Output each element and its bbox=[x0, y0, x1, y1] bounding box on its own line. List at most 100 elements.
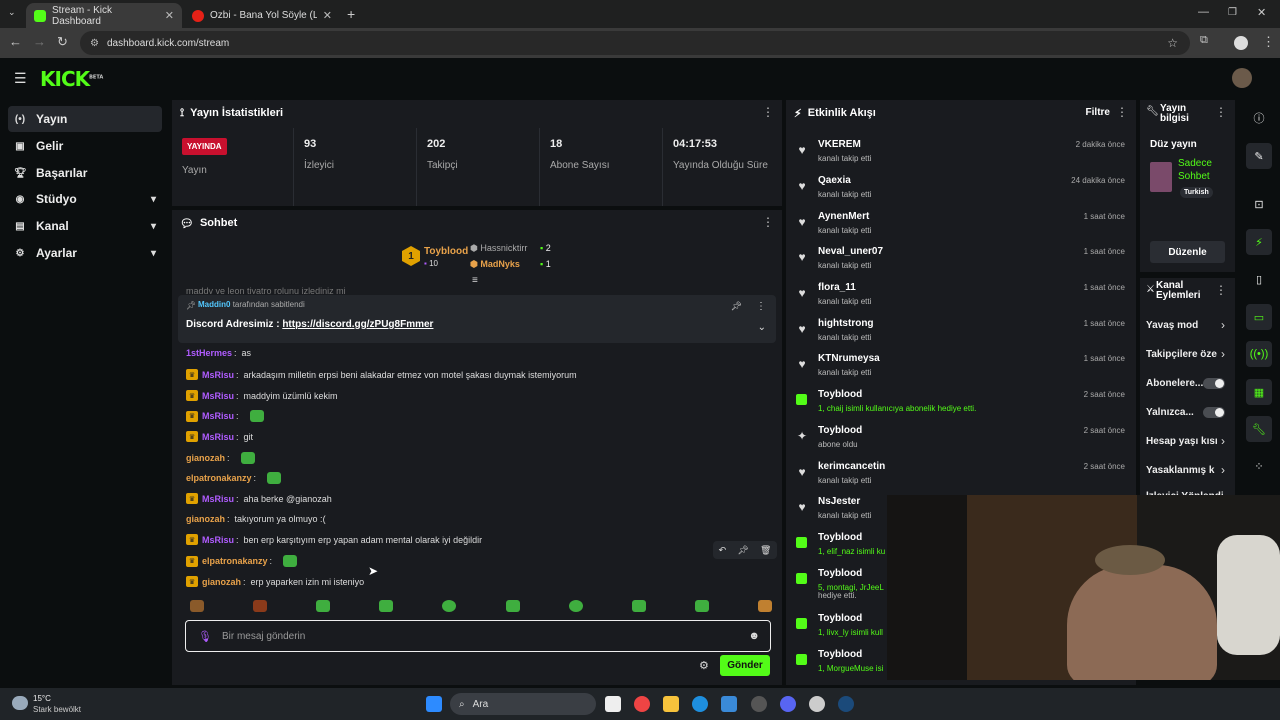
emote-icon[interactable] bbox=[568, 600, 583, 612]
taskbar-search[interactable]: ⌕ Ara bbox=[450, 693, 596, 715]
sidebar-item-yayin[interactable]: (•) Yayın bbox=[8, 106, 162, 132]
chevron-right-icon[interactable]: › bbox=[1221, 347, 1225, 361]
close-tab-icon[interactable]: ✕ bbox=[165, 9, 174, 22]
delete-icon[interactable]: 🗑︎ bbox=[760, 545, 771, 556]
toggle-switch[interactable] bbox=[1203, 378, 1225, 389]
event-username[interactable]: Toyblood bbox=[818, 613, 862, 624]
event-username[interactable]: Neval_uner07 bbox=[818, 246, 883, 257]
send-button[interactable]: Gönder bbox=[720, 655, 770, 676]
reload-icon[interactable]: ↻ bbox=[57, 34, 68, 50]
emote-icon[interactable] bbox=[190, 600, 204, 612]
calendar-icon[interactable]: ▦ bbox=[1246, 379, 1272, 405]
emoji-icon[interactable]: ☻ bbox=[748, 630, 760, 642]
chat-username[interactable]: MsRisu bbox=[202, 432, 234, 442]
chat-settings-icon[interactable]: ⚙ bbox=[699, 659, 709, 672]
leaderboard-second[interactable]: ⬢ Hassnicktirr bbox=[470, 243, 527, 254]
chevron-right-icon[interactable]: › bbox=[1221, 318, 1225, 332]
event-username[interactable]: flora_11 bbox=[818, 282, 856, 293]
bookmark-star-icon[interactable]: ☆ bbox=[1167, 36, 1178, 50]
event-username[interactable]: Toyblood bbox=[818, 389, 862, 400]
chat-input[interactable]: 🎙︎ Bir mesaj gönderin ☻ bbox=[185, 620, 771, 652]
category-link[interactable]: Sadece Sohbet bbox=[1178, 157, 1228, 183]
microphone-icon[interactable]: 🎙︎ bbox=[198, 630, 212, 643]
toggle-switch[interactable] bbox=[1203, 407, 1225, 418]
taskview-icon[interactable] bbox=[605, 696, 621, 712]
event-username[interactable]: NsJester bbox=[818, 496, 860, 507]
steam-icon[interactable] bbox=[838, 696, 854, 712]
emote-icon[interactable] bbox=[316, 600, 331, 612]
event-username[interactable]: AynenMert bbox=[818, 211, 869, 222]
sidebar-item-kanal[interactable]: ▤ Kanal ▾ bbox=[8, 213, 162, 239]
forward-icon[interactable]: → bbox=[33, 34, 46, 49]
back-icon[interactable]: ← bbox=[9, 34, 22, 49]
chat-username[interactable]: MsRisu bbox=[202, 391, 234, 401]
sidebar-item-gelir[interactable]: ▣ Gelir bbox=[8, 133, 162, 159]
edit-button[interactable]: Düzenle bbox=[1150, 241, 1225, 263]
emote-icon[interactable] bbox=[442, 600, 457, 612]
windows-start-icon[interactable] bbox=[426, 696, 442, 712]
chrome-icon[interactable] bbox=[634, 696, 650, 712]
chat-username[interactable]: MsRisu bbox=[202, 370, 234, 380]
event-username[interactable]: Toyblood bbox=[818, 532, 862, 543]
site-info-icon[interactable]: ⚙ bbox=[90, 38, 99, 49]
event-username[interactable]: Toyblood bbox=[818, 568, 862, 579]
chat-username[interactable]: gianozah bbox=[186, 514, 225, 524]
chat-username[interactable]: gianozah bbox=[202, 577, 241, 587]
lightning-icon[interactable]: ⚡︎ bbox=[1246, 229, 1272, 255]
user-avatar[interactable] bbox=[1232, 68, 1252, 88]
document-icon[interactable]: ▯ bbox=[1246, 266, 1272, 292]
tab-youtube[interactable]: Ozbi - Bana Yol Söyle (Lirik Vide ✕ bbox=[184, 3, 340, 28]
sidebar-item-basarilar[interactable]: 🏆︎ Başarılar bbox=[8, 160, 162, 186]
pinned-by-user[interactable]: Maddin0 bbox=[198, 300, 230, 309]
event-username[interactable]: Qaexia bbox=[818, 175, 851, 186]
edge-icon[interactable] bbox=[692, 696, 708, 712]
obs-icon[interactable] bbox=[809, 696, 825, 712]
extensions-icon[interactable]: ⧉ bbox=[1200, 34, 1208, 47]
chat-username[interactable]: MsRisu bbox=[202, 411, 234, 421]
kebab-menu-icon[interactable]: ⋮ bbox=[762, 215, 774, 229]
unpin-icon[interactable]: 📌︎ bbox=[731, 301, 742, 312]
chat-bubble-icon[interactable]: ▭ bbox=[1246, 304, 1272, 330]
event-username[interactable]: Toyblood bbox=[818, 649, 862, 660]
emote-icon[interactable] bbox=[757, 600, 772, 612]
wrench-icon[interactable]: 🔧︎ bbox=[1246, 416, 1272, 442]
kebab-menu-icon[interactable]: ⋮ bbox=[762, 105, 774, 119]
file-explorer-icon[interactable] bbox=[663, 696, 679, 712]
tab-search-chevron-icon[interactable]: ⌄ bbox=[8, 7, 16, 18]
profile-avatar-icon[interactable] bbox=[1234, 36, 1248, 50]
chat-username[interactable]: 1stHermes bbox=[186, 348, 232, 358]
minimize-icon[interactable]: — bbox=[1198, 6, 1209, 18]
store-icon[interactable] bbox=[721, 696, 737, 712]
pinned-kebab-icon[interactable]: ⋮ bbox=[756, 301, 766, 312]
chevron-down-icon[interactable]: ⌄ bbox=[758, 322, 766, 333]
leaderboard-top-user[interactable]: Toyblood bbox=[424, 246, 468, 257]
kebab-menu-icon[interactable]: ⋮ bbox=[1215, 283, 1227, 297]
chevron-right-icon[interactable]: › bbox=[1221, 463, 1225, 477]
tab-kick-dashboard[interactable]: Stream - Kick Dashboard ✕ bbox=[26, 3, 182, 28]
apps-icon[interactable]: ⁘ bbox=[1246, 453, 1272, 479]
chat-username[interactable]: MsRisu bbox=[202, 494, 234, 504]
discord-icon[interactable] bbox=[780, 696, 796, 712]
chat-username[interactable]: elpatronakanzy bbox=[186, 473, 252, 483]
sidebar-item-studyo[interactable]: ◉ Stüdyo ▾ bbox=[8, 186, 162, 212]
expand-leaderboard-icon[interactable]: ≡ bbox=[472, 275, 478, 286]
close-tab-icon[interactable]: ✕ bbox=[323, 9, 332, 22]
chat-username[interactable]: MsRisu bbox=[202, 535, 234, 545]
app-icon[interactable] bbox=[751, 696, 767, 712]
kebab-menu-icon[interactable]: ⋮ bbox=[1116, 105, 1128, 119]
new-tab-icon[interactable]: + bbox=[347, 6, 355, 22]
chevron-right-icon[interactable]: › bbox=[1221, 434, 1225, 448]
reply-icon[interactable]: ↶ bbox=[719, 545, 727, 556]
broadcast-icon[interactable]: ((•)) bbox=[1246, 341, 1272, 367]
emote-icon[interactable] bbox=[505, 600, 520, 612]
browser-menu-icon[interactable]: ⋮ bbox=[1262, 34, 1275, 50]
sidebar-item-ayarlar[interactable]: ⚙ Ayarlar ▾ bbox=[8, 240, 162, 266]
emote-icon[interactable] bbox=[631, 600, 646, 612]
leaderboard-third[interactable]: ⬢ MadNyks bbox=[470, 259, 520, 270]
event-username[interactable]: VKEREM bbox=[818, 139, 861, 150]
filter-button[interactable]: Filtre bbox=[1086, 107, 1110, 118]
chat-username[interactable]: gianozah bbox=[186, 453, 225, 463]
kebab-menu-icon[interactable]: ⋮ bbox=[1215, 105, 1227, 119]
event-username[interactable]: KTNrumeysa bbox=[818, 353, 880, 364]
event-username[interactable]: Toyblood bbox=[818, 425, 862, 436]
